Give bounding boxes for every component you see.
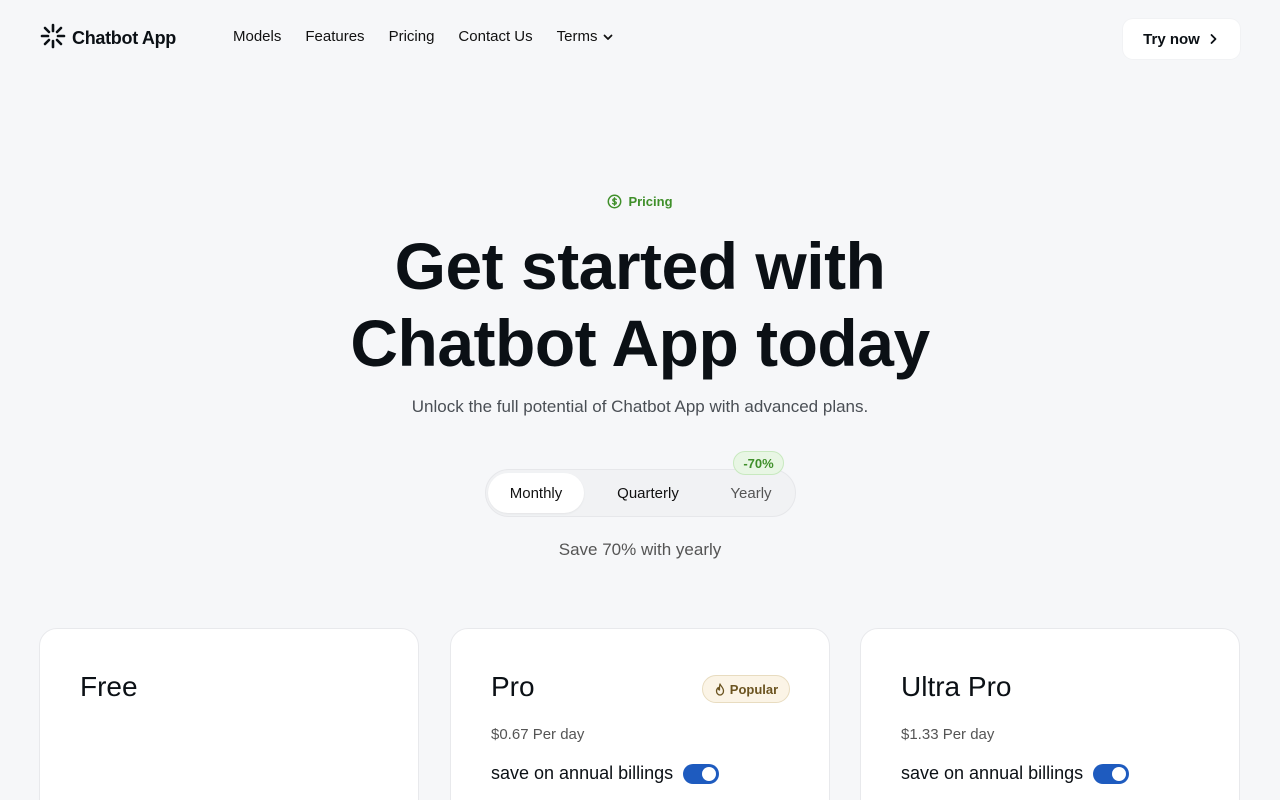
annual-billing-switch[interactable]: [1093, 763, 1130, 784]
logo-text: Chatbot App: [72, 27, 177, 48]
pricing-eyebrow: Pricing: [0, 194, 1280, 209]
billing-period-toggle: Monthly Quarterly Yearly: [485, 469, 796, 517]
hero-title-line2: Chatbot App today: [350, 306, 930, 380]
hero-subtitle: Unlock the full potential of Chatbot App…: [411, 397, 869, 416]
try-now-label: Try now: [1143, 30, 1200, 48]
plan-price-per-day: $1.33 Per day: [901, 726, 995, 743]
nav-link-models[interactable]: Models: [233, 28, 281, 45]
flame-icon: [715, 682, 724, 696]
hero-title-line1: Get started with: [394, 229, 886, 303]
nav-link-contact[interactable]: Contact Us: [458, 28, 532, 45]
nav-link-features[interactable]: Features: [305, 28, 364, 45]
plan-name: Ultra Pro: [901, 671, 1012, 702]
plan-card-free: Free: [39, 628, 419, 800]
save-note: Save 70% with yearly: [558, 540, 722, 559]
billing-option-quarterly[interactable]: Quarterly: [598, 473, 698, 513]
nav-link-pricing[interactable]: Pricing: [389, 28, 435, 45]
dollar-circle-icon: [608, 194, 622, 209]
nav-links: Models Features Pricing Contact Us Terms: [233, 28, 615, 45]
yearly-discount-badge: -70%: [733, 451, 784, 475]
annual-billing-switch[interactable]: [683, 763, 720, 784]
try-now-button[interactable]: Try now: [1123, 19, 1240, 59]
annual-billing-label: save on annual billings: [901, 763, 1084, 783]
plan-card-pro: Pro Popular $0.67 Per day save on annual…: [450, 628, 830, 800]
nav-terms-dropdown[interactable]: Terms: [557, 28, 616, 45]
annual-billing-row: save on annual billings: [901, 763, 1130, 784]
plan-card-ultra-pro: Ultra Pro $1.33 Per day save on annual b…: [860, 628, 1240, 800]
annual-billing-row: save on annual billings: [491, 763, 720, 784]
billing-option-monthly[interactable]: Monthly: [488, 473, 584, 513]
chevron-right-icon: [1210, 34, 1217, 44]
eyebrow-label: Pricing: [628, 194, 673, 209]
chevron-down-icon: [604, 34, 613, 40]
plan-price-per-day: $0.67 Per day: [491, 726, 585, 743]
logo[interactable]: Chatbot App: [40, 23, 177, 54]
popular-badge-label: Popular: [729, 681, 779, 697]
plan-name: Free: [80, 671, 138, 702]
hero-title: Get started with Chatbot App today: [0, 228, 1280, 382]
top-navbar: Chatbot App Models Features Pricing Cont…: [0, 0, 1280, 78]
nav-terms-label: Terms: [556, 28, 598, 45]
billing-option-yearly[interactable]: Yearly: [712, 473, 790, 513]
popular-badge: Popular: [702, 675, 790, 703]
plan-name: Pro: [491, 671, 535, 702]
sparkle-logo-icon: [40, 23, 66, 54]
annual-billing-label: save on annual billings: [491, 763, 674, 783]
